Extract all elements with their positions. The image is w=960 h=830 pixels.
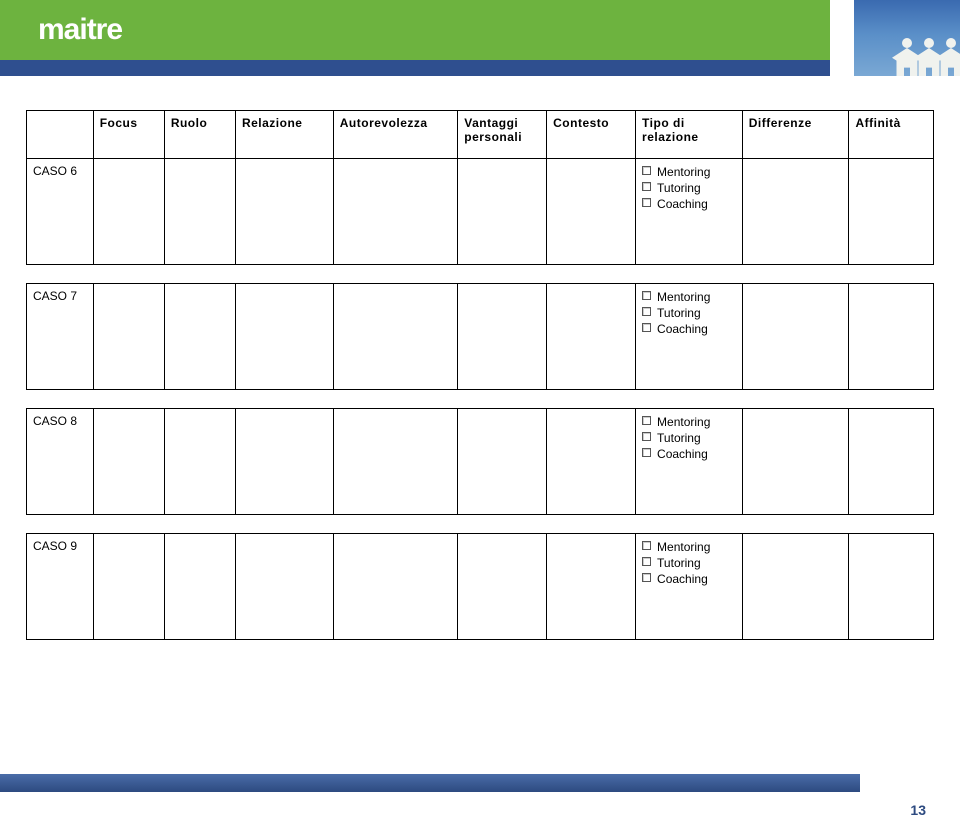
checkbox-icon[interactable] — [642, 541, 651, 550]
checkbox-icon[interactable] — [642, 198, 651, 207]
checkbox-icon[interactable] — [642, 432, 651, 441]
tipo-options: Mentoring Tutoring Coaching — [636, 409, 743, 515]
col-affinita: Affinità — [849, 111, 934, 159]
header-illustration — [854, 0, 960, 76]
col-autorevolezza: Autorevolezza — [333, 111, 457, 159]
logo-band: maitre — [0, 0, 830, 60]
brand-logo: maitre — [38, 13, 122, 47]
tipo-options: Mentoring Tutoring Coaching — [636, 159, 743, 265]
header: maitre — [0, 0, 960, 84]
case-table-3: CASO 8 Mentoring Tutoring Coaching — [26, 408, 934, 515]
col-empty — [27, 111, 94, 159]
row-label: CASO 7 — [27, 284, 94, 390]
option-label: Mentoring — [657, 164, 710, 180]
checkbox-icon[interactable] — [642, 182, 651, 191]
table-row: CASO 7 Mentoring Tutoring Coaching — [27, 284, 934, 390]
content-area: Focus Ruolo Relazione Autorevolezza Vant… — [0, 84, 960, 640]
tipo-options: Mentoring Tutoring Coaching — [636, 284, 743, 390]
checkbox-icon[interactable] — [642, 557, 651, 566]
table-row: CASO 8 Mentoring Tutoring Coaching — [27, 409, 934, 515]
option-label: Tutoring — [657, 430, 701, 446]
option-label: Coaching — [657, 571, 708, 587]
checkbox-icon[interactable] — [642, 166, 651, 175]
option-label: Tutoring — [657, 305, 701, 321]
footer — [0, 762, 960, 792]
footer-bar — [0, 774, 860, 792]
col-vantaggi: Vantaggi personali — [458, 111, 547, 159]
checkbox-icon[interactable] — [642, 291, 651, 300]
option-label: Coaching — [657, 446, 708, 462]
tipo-options: Mentoring Tutoring Coaching — [636, 534, 743, 640]
table-row: CASO 6 Mentoring Tutoring Coaching — [27, 159, 934, 265]
checkbox-icon[interactable] — [642, 573, 651, 582]
col-focus: Focus — [93, 111, 164, 159]
table-row: CASO 9 Mentoring Tutoring Coaching — [27, 534, 934, 640]
checkbox-icon[interactable] — [642, 323, 651, 332]
table-header-row: Focus Ruolo Relazione Autorevolezza Vant… — [27, 111, 934, 159]
option-label: Mentoring — [657, 289, 710, 305]
row-label: CASO 8 — [27, 409, 94, 515]
option-label: Tutoring — [657, 555, 701, 571]
header-accent-strip — [0, 60, 830, 76]
option-label: Coaching — [657, 321, 708, 337]
option-label: Mentoring — [657, 539, 710, 555]
col-differenze: Differenze — [742, 111, 849, 159]
page-number: 13 — [910, 802, 926, 818]
col-ruolo: Ruolo — [164, 111, 235, 159]
case-table-2: CASO 7 Mentoring Tutoring Coaching — [26, 283, 934, 390]
option-label: Mentoring — [657, 414, 710, 430]
row-label: CASO 6 — [27, 159, 94, 265]
col-relazione: Relazione — [235, 111, 333, 159]
option-label: Coaching — [657, 196, 708, 212]
case-table-4: CASO 9 Mentoring Tutoring Coaching — [26, 533, 934, 640]
people-icon — [900, 36, 960, 76]
option-label: Tutoring — [657, 180, 701, 196]
row-label: CASO 9 — [27, 534, 94, 640]
col-contesto: Contesto — [547, 111, 636, 159]
checkbox-icon[interactable] — [642, 448, 651, 457]
checkbox-icon[interactable] — [642, 307, 651, 316]
col-tipo: Tipo di relazione — [636, 111, 743, 159]
case-table-1: Focus Ruolo Relazione Autorevolezza Vant… — [26, 110, 934, 265]
checkbox-icon[interactable] — [642, 416, 651, 425]
